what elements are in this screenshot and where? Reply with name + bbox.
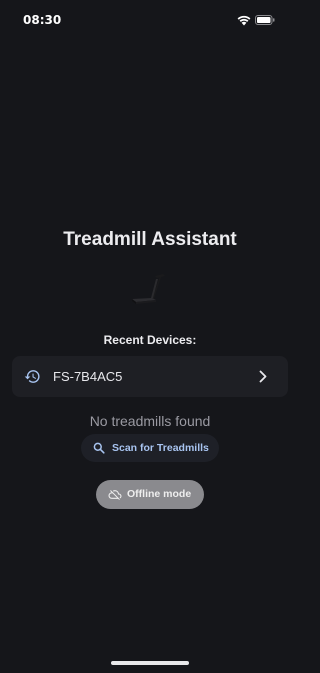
chevron-right-icon — [259, 370, 267, 383]
wifi-icon — [237, 15, 251, 26]
scan-button-label: Scan for Treadmills — [112, 442, 209, 454]
recent-devices-heading: Recent Devices: — [103, 333, 197, 347]
search-icon — [93, 442, 105, 454]
no-treadmills-message: No treadmills found — [89, 413, 211, 429]
status-time: 08:30 — [23, 13, 62, 27]
device-name: FS-7B4AC5 — [53, 369, 123, 384]
battery-icon — [255, 15, 275, 25]
scan-button[interactable]: Scan for Treadmills — [81, 434, 219, 462]
treadmill-icon — [132, 274, 165, 304]
history-icon — [24, 370, 40, 383]
page-title: Treadmill Assistant — [63, 229, 237, 250]
cloud-off-icon — [108, 490, 122, 500]
offline-mode-button[interactable]: Offline mode — [96, 480, 204, 509]
status-bar: 08:30 — [0, 0, 300, 40]
recent-device-item[interactable]: FS-7B4AC5 — [12, 356, 288, 397]
offline-mode-label: Offline mode — [127, 488, 192, 500]
home-indicator[interactable] — [111, 661, 189, 665]
